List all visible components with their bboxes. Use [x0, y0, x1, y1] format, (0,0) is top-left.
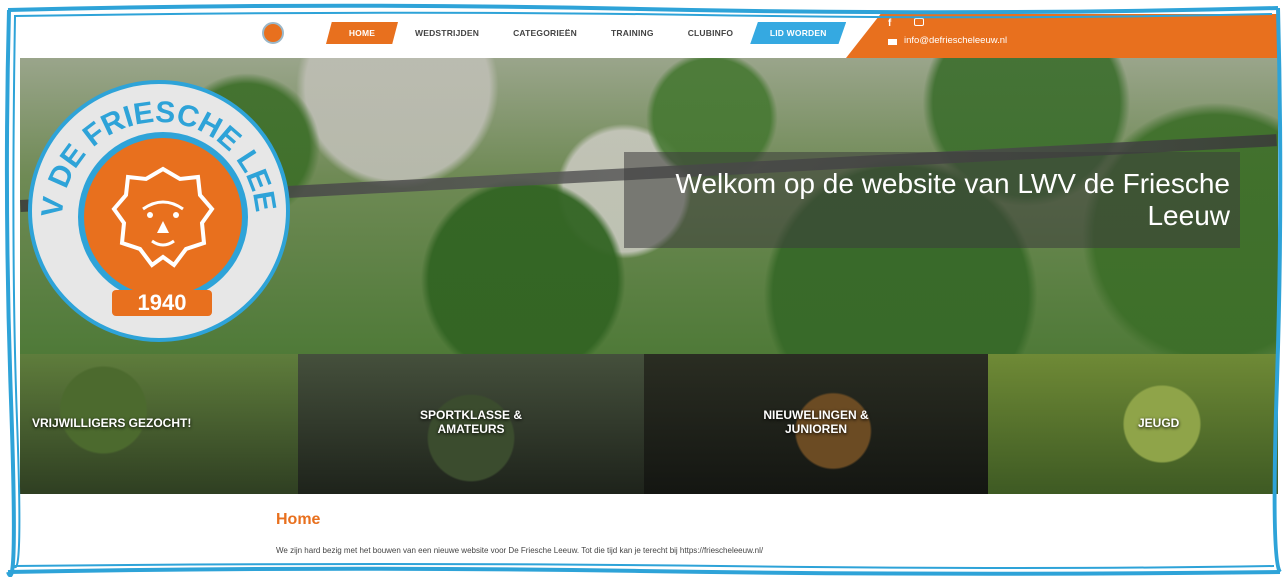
tile-label: NIEUWELINGEN & JUNIOREN	[763, 408, 869, 436]
tile-jeugd[interactable]: JEUGD	[988, 354, 1278, 494]
main-content	[20, 494, 1278, 574]
nav-categorieen[interactable]: CATEGORIEËN	[496, 22, 594, 44]
nav-lid-worden[interactable]: LID WORDEN	[750, 22, 847, 44]
tile-label: JEUGD	[1138, 416, 1180, 430]
contact-email[interactable]: info@defriescheleeuw.nl	[904, 35, 1007, 46]
lion-icon	[111, 166, 215, 268]
nav-clubinfo[interactable]: CLUBINFO	[671, 22, 751, 44]
intro-text: We zijn hard bezig met het bouwen van ee…	[276, 546, 764, 555]
tile-vrijwilligers[interactable]: VRIJWILLIGERS GEZOCHT!	[20, 354, 298, 494]
main-nav: HOME WEDSTRIJDEN CATEGORIEËN TRAINING CL…	[326, 22, 847, 44]
instagram-icon[interactable]	[914, 18, 924, 26]
site-badge-icon[interactable]	[262, 22, 284, 44]
tile-label: VRIJWILLIGERS GEZOCHT!	[32, 416, 192, 430]
nav-wedstrijden[interactable]: WEDSTRIJDEN	[398, 22, 496, 44]
page-title: Home	[276, 511, 321, 528]
welcome-heading: Welkom op de website van LWV de Friesche…	[675, 168, 1230, 231]
category-tiles: VRIJWILLIGERS GEZOCHT! SPORTKLASSE & AMA…	[20, 354, 1278, 494]
mail-icon	[888, 39, 897, 45]
nav-home[interactable]: HOME	[326, 22, 398, 44]
tile-sportklasse[interactable]: SPORTKLASSE & AMATEURS	[298, 354, 644, 494]
tile-nieuwelingen[interactable]: NIEUWELINGEN & JUNIOREN	[644, 354, 988, 494]
logo-year: 1940	[112, 290, 212, 316]
tile-label: SPORTKLASSE & AMATEURS	[419, 408, 522, 436]
facebook-icon[interactable]: f	[888, 18, 891, 29]
nav-training[interactable]: TRAINING	[594, 22, 671, 44]
